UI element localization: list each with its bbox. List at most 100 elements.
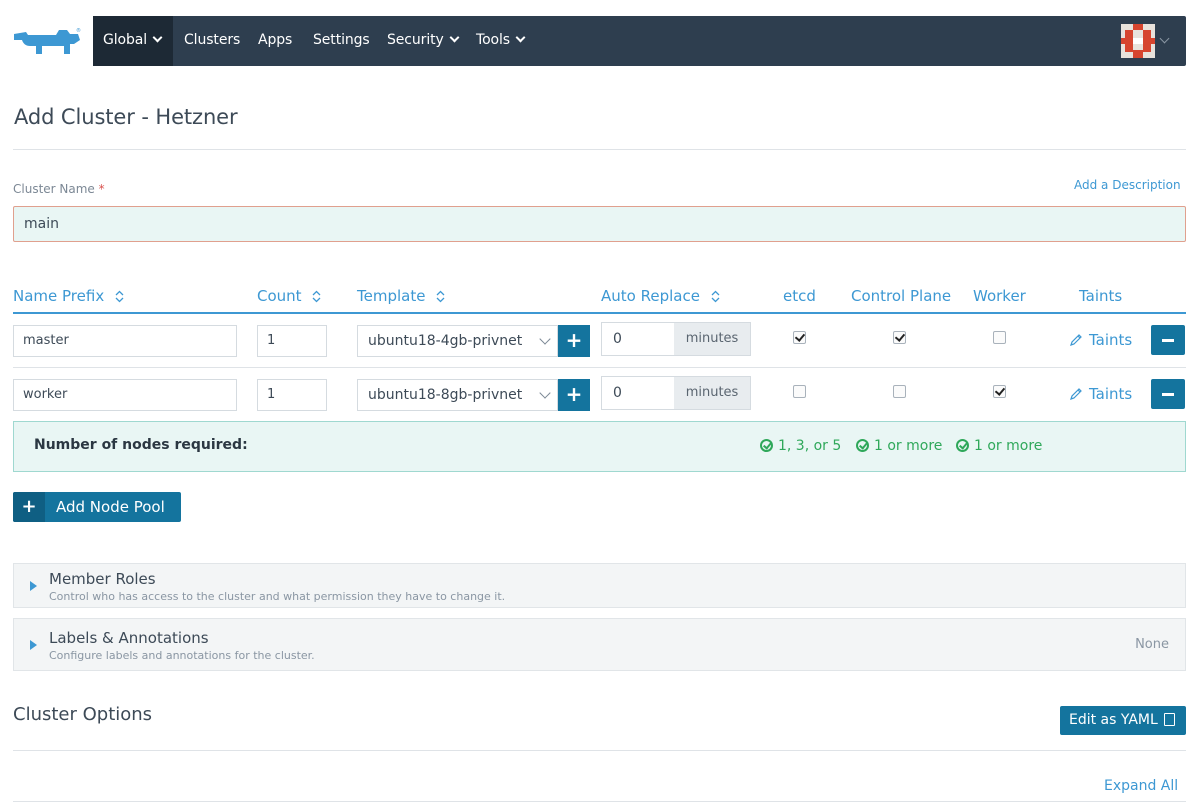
taints-link[interactable]: Taints [1069,385,1132,403]
node-template-value: ubuntu18-8gb-privnet [368,387,523,403]
user-avatar-icon[interactable] [1121,24,1155,58]
node-pool-count-input[interactable]: 1 [257,325,327,357]
nav-tools-label: Tools [476,32,510,48]
nav-tools-menu[interactable]: Tools [476,16,526,66]
node-template-value: ubuntu18-4gb-privnet [368,333,523,349]
auto-replace-input[interactable]: 0 [601,322,675,356]
add-node-template-button[interactable]: + [558,379,590,411]
node-requirements-label: Number of nodes required: [34,437,248,453]
divider [13,750,1186,751]
check-circle-icon [956,439,969,452]
column-header-etcd: etcd [783,287,816,305]
svg-text:®: ® [76,27,81,34]
plus-icon: + [13,492,45,522]
table-header-divider [13,312,1186,314]
etcd-requirement: 1, 3, or 5 [760,437,841,454]
node-pool-name-prefix-input[interactable]: master [13,325,237,357]
column-header-auto-replace[interactable]: Auto Replace [601,287,720,305]
add-node-pool-button[interactable]: + Add Node Pool [13,492,181,522]
required-mark: * [98,182,105,196]
edit-as-yaml-button[interactable]: Edit as YAML [1060,706,1186,735]
chevron-down-icon [449,32,460,43]
sort-icon [436,290,445,303]
worker-checkbox[interactable] [993,385,1006,398]
nav-global-label: Global [103,32,148,48]
nav-clusters-link[interactable]: Clusters [184,16,240,66]
etcd-checkbox[interactable] [793,331,806,344]
sort-icon [115,290,124,303]
expand-all-link[interactable]: Expand All [1104,778,1178,794]
column-header-auto-replace-label: Auto Replace [601,287,700,305]
remove-node-pool-button[interactable] [1151,325,1185,355]
column-header-count-label: Count [257,287,302,305]
cluster-name-label: Cluster Name * [13,182,105,196]
cluster-name-input[interactable]: main [13,206,1186,242]
sort-icon [711,290,720,303]
labels-count-value: None [1135,637,1169,652]
row-divider [13,367,1186,368]
column-header-template[interactable]: Template [357,287,445,305]
node-pool-count-input[interactable]: 1 [257,379,327,411]
chevron-down-icon [152,32,163,43]
control-plane-checkbox[interactable] [893,331,906,344]
rancher-cow-logo-icon[interactable]: ® [12,26,82,60]
edit-as-yaml-label: Edit as YAML [1069,712,1158,728]
chevron-down-icon [515,32,526,43]
nav-clusters-label: Clusters [184,32,241,48]
pencil-icon [1070,334,1082,346]
taints-link[interactable]: Taints [1069,331,1132,349]
cluster-options-title: Cluster Options [13,704,153,725]
taints-link-label: Taints [1089,385,1133,403]
column-header-taints: Taints [1079,287,1123,305]
nav-global-menu[interactable]: Global [93,16,173,66]
add-node-template-button[interactable]: + [558,325,590,357]
node-template-select[interactable]: ubuntu18-8gb-privnet [357,379,558,411]
accordion-subtitle: Configure labels and annotations for the… [49,649,315,662]
clipboard-icon [1163,713,1175,726]
accordion-subtitle: Control who has access to the cluster an… [49,590,506,603]
accordion-title: Labels & Annotations [49,629,209,647]
node-template-select[interactable]: ubuntu18-4gb-privnet [357,325,558,357]
nav-apps-link[interactable]: Apps [258,16,292,66]
taints-link-label: Taints [1089,331,1133,349]
column-header-count[interactable]: Count [257,287,321,305]
worker-checkbox[interactable] [993,331,1006,344]
column-header-template-label: Template [357,287,426,305]
add-description-link[interactable]: Add a Description [1074,178,1181,192]
column-header-control-plane: Control Plane [851,287,952,305]
auto-replace-unit: minutes [674,322,751,356]
node-pool-name-prefix-input[interactable]: worker [13,379,237,411]
check-circle-icon [856,439,869,452]
chevron-down-icon [539,333,551,345]
page-title: Add Cluster - Hetzner [14,105,238,129]
auto-replace-unit: minutes [674,376,751,410]
nav-apps-label: Apps [258,32,293,48]
remove-node-pool-button[interactable] [1151,379,1185,409]
member-roles-accordion[interactable]: Member Roles Control who has access to t… [13,563,1186,608]
accordion-title: Member Roles [49,570,156,588]
divider [13,801,1186,802]
cluster-name-label-text: Cluster Name [13,182,95,196]
labels-annotations-accordion[interactable]: Labels & Annotations Configure labels an… [13,618,1186,671]
nav-settings-label: Settings [313,32,370,48]
pencil-icon [1070,388,1082,400]
top-navigation-bar: Global Clusters Apps Settings Security T… [93,16,1186,66]
column-header-name-prefix-label: Name Prefix [13,287,105,305]
column-header-name-prefix[interactable]: Name Prefix [13,287,124,305]
auto-replace-input[interactable]: 0 [601,376,675,410]
etcd-checkbox[interactable] [793,385,806,398]
sort-icon [312,290,321,303]
control-plane-requirement: 1 or more [856,437,942,454]
nav-security-label: Security [387,32,444,48]
caret-right-icon [30,581,37,591]
nav-security-menu[interactable]: Security [387,16,460,66]
add-node-pool-label: Add Node Pool [56,498,165,516]
control-plane-checkbox[interactable] [893,385,906,398]
check-circle-icon [760,439,773,452]
etcd-requirement-text: 1, 3, or 5 [778,438,842,454]
nav-settings-link[interactable]: Settings [313,16,370,66]
divider [13,149,1186,150]
worker-requirement: 1 or more [956,437,1042,454]
caret-right-icon [30,640,37,650]
worker-requirement-text: 1 or more [974,438,1043,454]
